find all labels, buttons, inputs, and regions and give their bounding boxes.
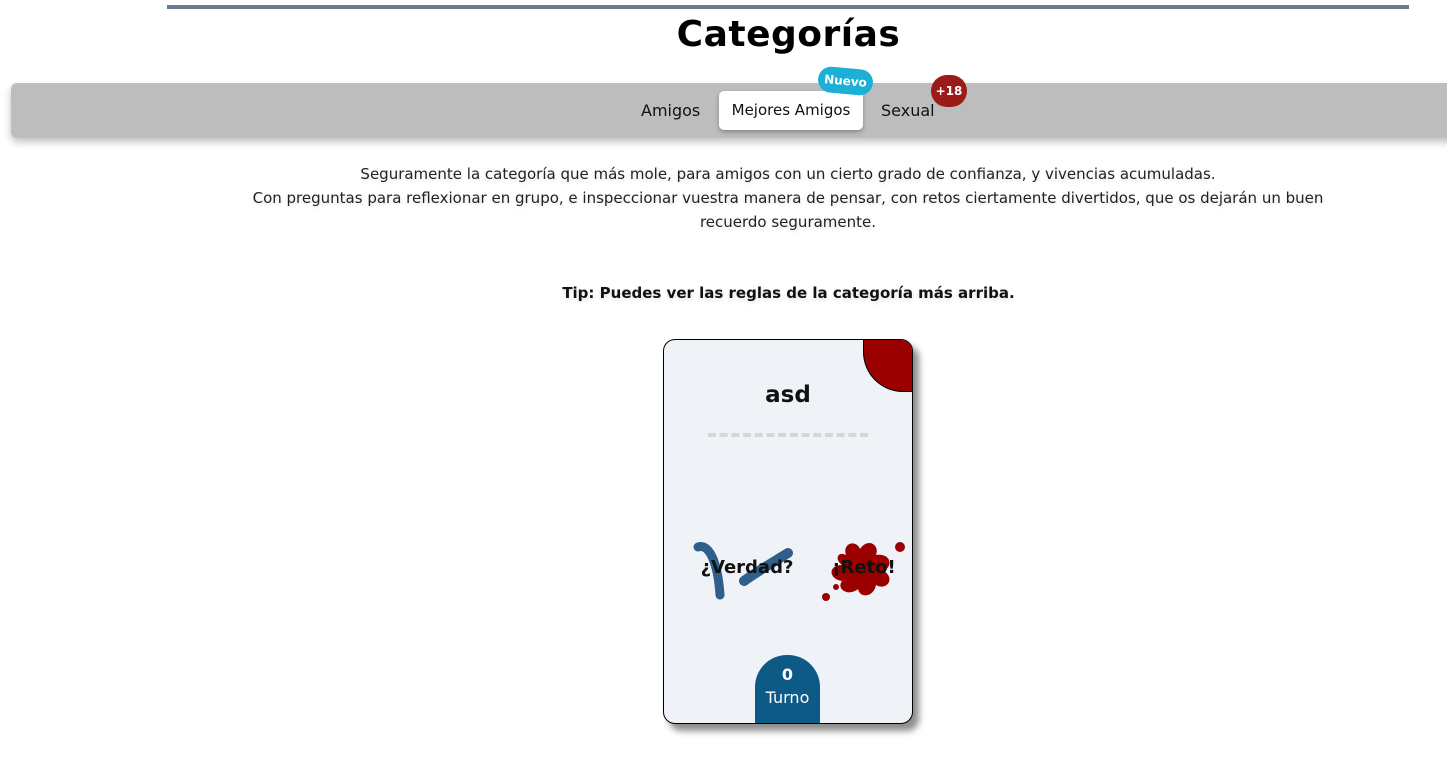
tab-mejores-amigos[interactable]: Mejores Amigos bbox=[719, 91, 863, 130]
description-line-1: Seguramente la categoría que más mole, p… bbox=[360, 165, 1216, 183]
page-title: Categorías bbox=[676, 14, 901, 55]
tip-text: Tip: Puedes ver las reglas de la categor… bbox=[562, 284, 1015, 302]
adult-badge: +18 bbox=[931, 75, 967, 107]
turn-indicator: 0 Turno bbox=[755, 655, 820, 723]
card-divider bbox=[708, 433, 868, 437]
dare-button[interactable]: ¡Reto! bbox=[816, 535, 912, 605]
turn-count: 0 bbox=[781, 665, 794, 684]
top-divider bbox=[167, 5, 1409, 9]
dare-label: ¡Reto! bbox=[832, 557, 896, 578]
category-description: Seguramente la categoría que más mole, p… bbox=[220, 162, 1356, 234]
game-card: asd ¿Verdad? ¡Reto! 0 Turno bbox=[663, 339, 913, 724]
turn-label: Turno bbox=[765, 688, 810, 707]
truth-label: ¿Verdad? bbox=[700, 557, 794, 578]
card-title: asd bbox=[765, 382, 811, 408]
truth-button[interactable]: ¿Verdad? bbox=[692, 535, 802, 605]
description-line-2: Con preguntas para reflexionar en grupo,… bbox=[252, 189, 1324, 231]
new-badge: Nuevo bbox=[816, 65, 875, 97]
tab-amigos[interactable]: Amigos bbox=[633, 91, 708, 130]
